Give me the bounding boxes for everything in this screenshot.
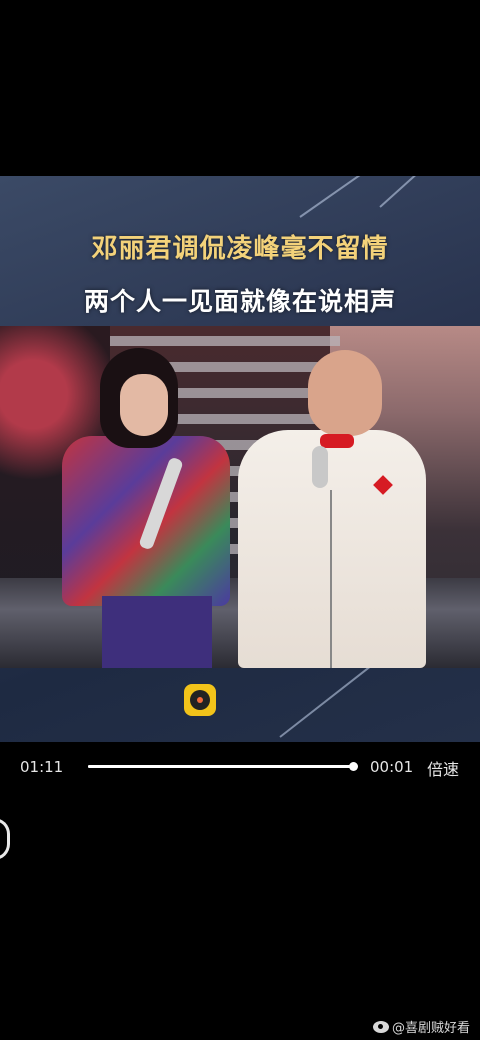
decorative-streak [379,176,480,208]
progress-fill [88,765,352,768]
current-time: 01:11 [20,758,64,776]
watermark-handle: @喜剧贼好看 [391,1021,470,1036]
video-caption-title: 邓丽君调侃凌峰毫不留情 [91,234,389,264]
playback-speed-button[interactable]: 倍速 [427,756,459,780]
progress-thumb[interactable] [349,762,358,771]
performer-man [238,350,428,668]
weibo-icon [372,1020,389,1033]
video-frame-image [0,326,480,668]
performer-woman [62,336,232,668]
music-app-logo-icon [184,684,216,716]
progress-bar[interactable] [88,765,354,768]
microphone-icon [312,446,328,488]
remaining-time: 00:01 [370,758,414,776]
watermark: @喜剧贼好看 [372,1017,470,1036]
side-handle-icon[interactable] [0,818,10,860]
video-player[interactable]: 邓丽君调侃凌峰毫不留情 两个人一见面就像在说相声 [0,176,480,742]
playback-controls: 01:11 00:01 倍速 [0,754,480,782]
video-caption-subtitle: 两个人一见面就像在说相声 [83,287,396,316]
